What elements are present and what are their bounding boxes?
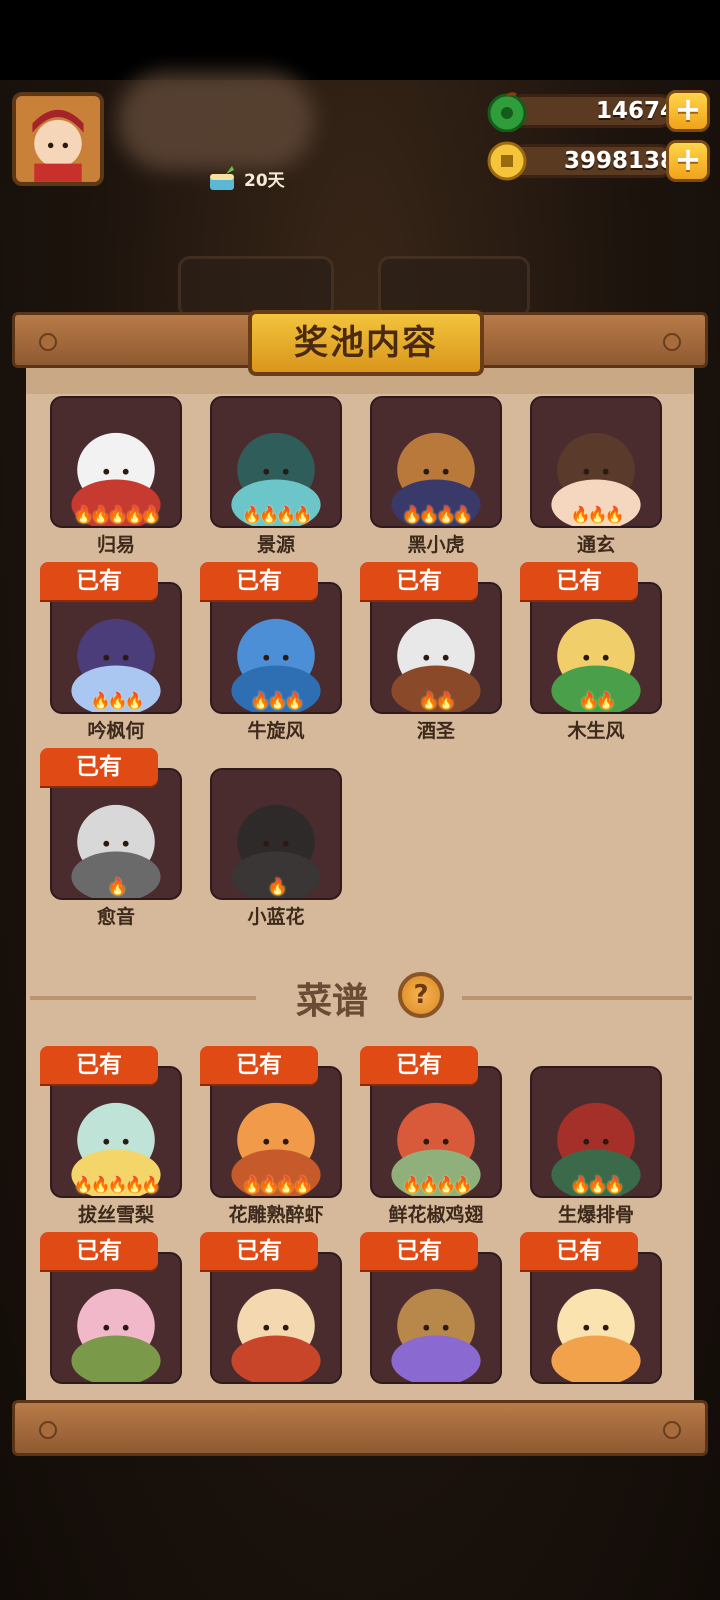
recipe-name: 生爆排骨	[557, 1204, 634, 1226]
owned-badge: 已有	[200, 1232, 318, 1270]
character-card[interactable]: 🔥	[210, 768, 342, 900]
coin-resource: 3998138 +	[486, 140, 710, 182]
owned-badge: 已有	[40, 1046, 158, 1084]
owned-badge: 已有	[40, 748, 158, 786]
character-card[interactable]: 🔥	[50, 768, 182, 900]
character-card[interactable]: 🔥🔥🔥🔥	[370, 396, 502, 528]
recipe-card[interactable]	[370, 1252, 502, 1384]
owned-badge: 已有	[200, 1046, 318, 1084]
recipe-name: 拔丝雪梨	[77, 1204, 154, 1226]
recipe-card[interactable]	[210, 1252, 342, 1384]
coin-value: 3998138	[563, 148, 676, 174]
recipe-card[interactable]: 🔥🔥🔥🔥🔥	[50, 1066, 182, 1198]
recipe-card[interactable]	[530, 1252, 662, 1384]
recipe-portrait	[231, 1288, 321, 1382]
star-flames: 🔥🔥🔥	[250, 691, 305, 710]
character-name: 通玄	[576, 534, 615, 556]
recipe-card[interactable]: 🔥🔥🔥🔥	[210, 1066, 342, 1198]
divider-left	[30, 996, 256, 1000]
star-flames: 🔥🔥🔥🔥🔥	[73, 1175, 162, 1194]
star-flames: 🔥🔥🔥🔥	[402, 505, 473, 524]
background-tab-right	[378, 256, 530, 318]
star-flames: 🔥🔥🔥🔥	[242, 505, 313, 524]
rod-knob-right	[663, 333, 681, 351]
jade-value: 14674	[595, 98, 676, 124]
recipes-title: 菜谱	[296, 981, 369, 1022]
jade-icon	[487, 92, 527, 132]
recipe-card[interactable]	[50, 1252, 182, 1384]
player-avatar[interactable]	[12, 92, 104, 186]
owned-badge: 已有	[360, 1046, 478, 1084]
star-flames: 🔥🔥	[419, 691, 456, 710]
help-button[interactable]: ?	[398, 972, 444, 1018]
rod-knob-right	[663, 1421, 681, 1439]
cake-icon	[210, 166, 234, 190]
recipe-portrait	[551, 1288, 641, 1382]
recipe-name: 花雕熟醉虾	[228, 1204, 324, 1226]
recipe-card[interactable]: 🔥🔥🔥🔥	[370, 1066, 502, 1198]
days-value: 20天	[244, 170, 285, 191]
panel-title: 奖池内容	[248, 310, 484, 376]
character-name: 酒圣	[416, 720, 455, 742]
star-flames: 🔥🔥🔥🔥🔥	[73, 505, 162, 524]
star-flames: 🔥	[267, 877, 288, 896]
add-coin-button[interactable]: +	[666, 140, 710, 182]
character-card[interactable]: 🔥🔥	[370, 582, 502, 714]
divider-right	[462, 996, 692, 1000]
character-name: 愈音	[96, 906, 135, 928]
star-flames: 🔥🔥🔥	[90, 691, 145, 710]
owned-badge: 已有	[360, 562, 478, 600]
character-card[interactable]: 🔥🔥🔥	[210, 582, 342, 714]
character-name: 归易	[96, 534, 135, 556]
character-card[interactable]: 🔥🔥🔥🔥🔥	[50, 396, 182, 528]
star-flames: 🔥🔥	[579, 691, 616, 710]
player-name-blurred	[118, 72, 314, 170]
add-jade-button[interactable]: +	[666, 90, 710, 132]
star-flames: 🔥🔥🔥	[570, 1175, 625, 1194]
recipe-portrait	[391, 1288, 481, 1382]
star-flames: 🔥	[107, 877, 128, 896]
character-name: 黑小虎	[407, 534, 465, 556]
scroll-bottom-rod	[12, 1400, 708, 1456]
star-flames: 🔥🔥🔥	[570, 505, 625, 524]
star-flames: 🔥🔥🔥🔥	[402, 1175, 473, 1194]
owned-badge: 已有	[520, 1232, 638, 1270]
recipe-card[interactable]: 🔥🔥🔥	[530, 1066, 662, 1198]
jade-resource: 14674 +	[486, 90, 710, 132]
rod-knob-left	[39, 1421, 57, 1439]
character-card[interactable]: 🔥🔥🔥	[50, 582, 182, 714]
character-name: 木生风	[567, 720, 625, 742]
owned-badge: 已有	[40, 1232, 158, 1270]
character-card[interactable]: 🔥🔥🔥🔥	[210, 396, 342, 528]
character-card[interactable]: 🔥🔥🔥	[530, 396, 662, 528]
owned-badge: 已有	[520, 562, 638, 600]
days-counter: 20天	[206, 164, 285, 192]
character-name: 小蓝花	[247, 906, 305, 928]
character-name: 吟枫何	[87, 720, 145, 742]
recipe-name: 鲜花椒鸡翅	[388, 1204, 484, 1226]
background-tab-left	[178, 256, 334, 318]
owned-badge: 已有	[40, 562, 158, 600]
rod-knob-left	[39, 333, 57, 351]
owned-badge: 已有	[200, 562, 318, 600]
star-flames: 🔥🔥🔥🔥	[242, 1175, 313, 1194]
character-card[interactable]: 🔥🔥	[530, 582, 662, 714]
coin-icon	[487, 141, 527, 181]
recipe-portrait	[71, 1288, 161, 1382]
owned-badge: 已有	[360, 1232, 478, 1270]
status-bar	[0, 0, 720, 80]
character-name: 景源	[256, 534, 295, 556]
character-name: 牛旋风	[247, 720, 305, 742]
